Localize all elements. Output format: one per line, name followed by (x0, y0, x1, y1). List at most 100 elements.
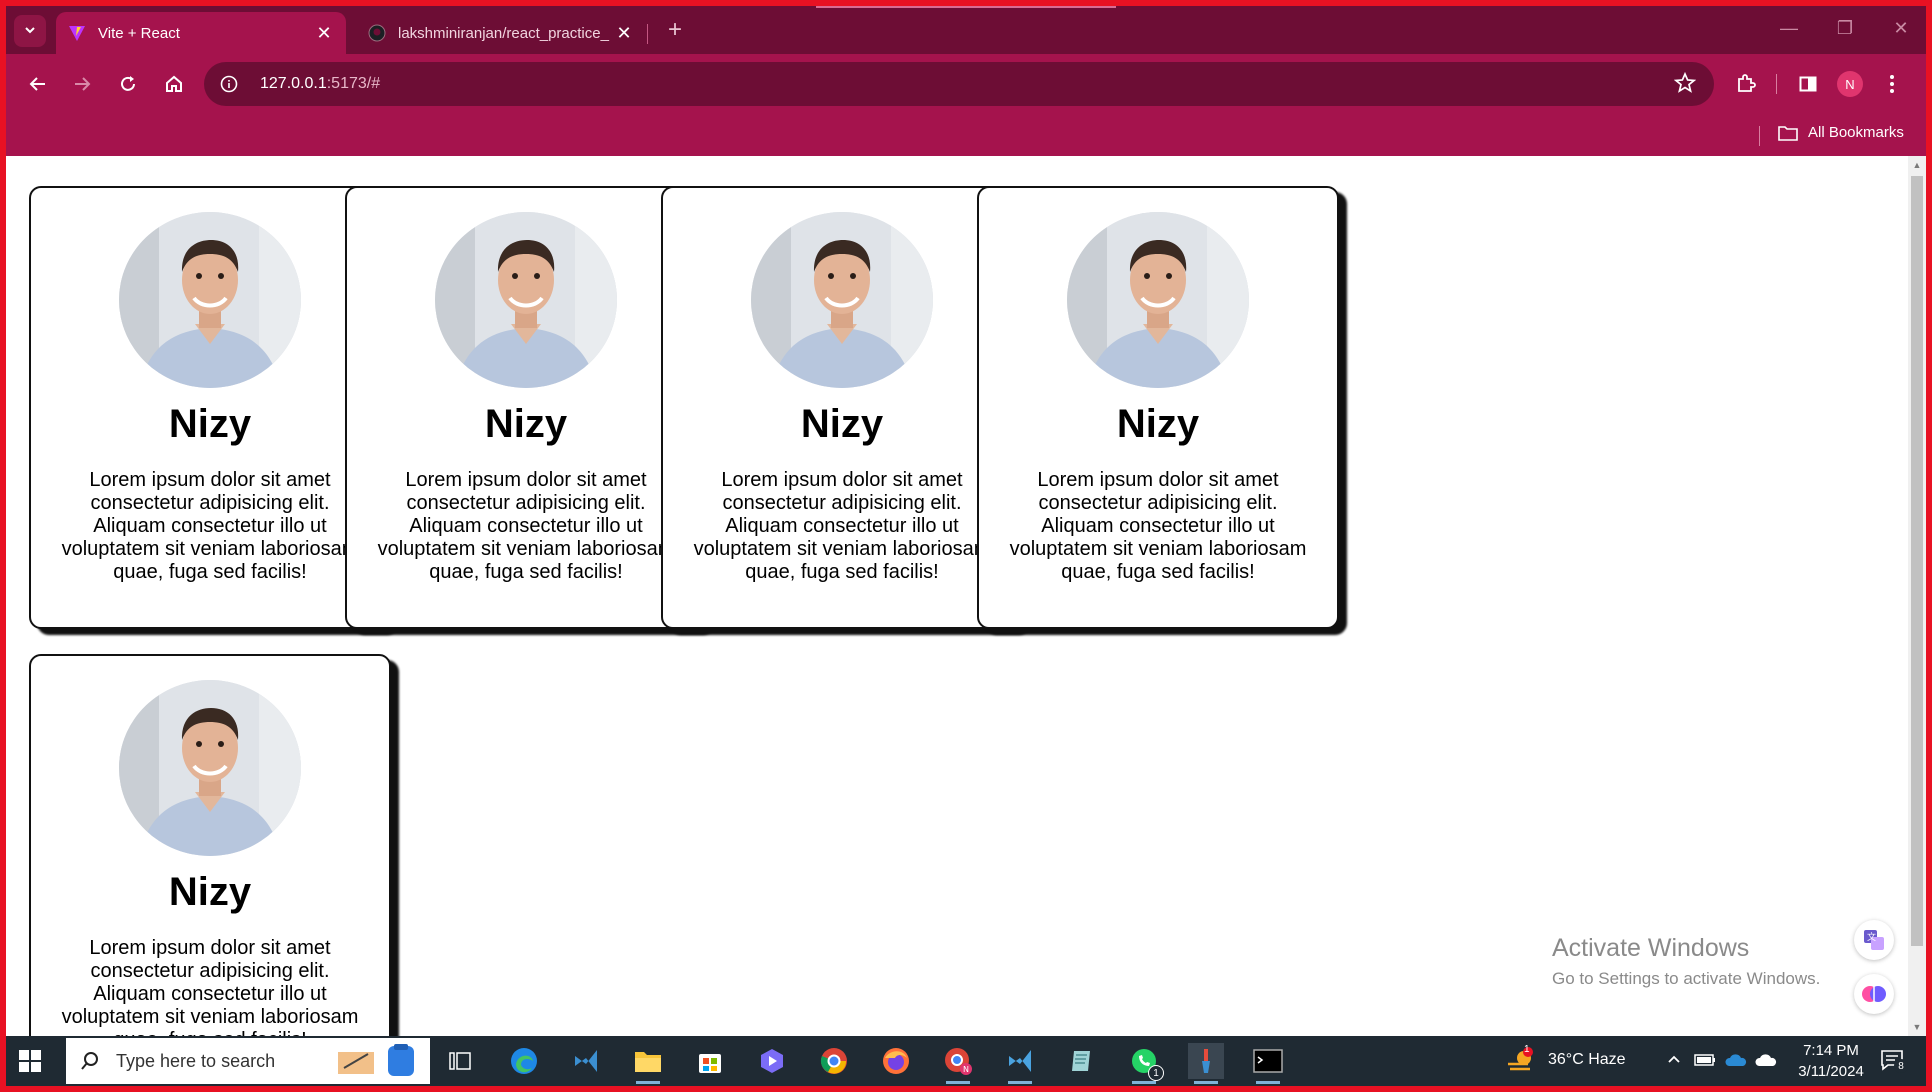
new-tab-button[interactable]: + (662, 18, 688, 44)
url-text[interactable]: 127.0.0.1:5173/# (260, 75, 380, 93)
browser-toolbar: 127.0.0.1:5173/# N (6, 54, 1926, 114)
notification-count: 8 (1894, 1059, 1908, 1073)
vscode-insiders-icon[interactable] (568, 1043, 604, 1079)
tab-title: lakshminiranjan/react_practice_ (398, 24, 609, 42)
chrome-profile-icon[interactable]: N (940, 1043, 976, 1084)
brain-icon (1862, 986, 1886, 1002)
profile-photo (119, 680, 301, 856)
translate-button[interactable]: 文 (1854, 920, 1894, 960)
weather-icon[interactable]: 1 (1506, 1044, 1536, 1081)
vscode-icon[interactable] (1002, 1043, 1038, 1084)
paint-app-icon[interactable] (1188, 1043, 1224, 1084)
extensions-button[interactable] (1728, 66, 1764, 102)
bookmarks-bar: All Bookmarks (6, 114, 1926, 156)
home-button[interactable] (156, 66, 192, 102)
menu-button[interactable] (1874, 66, 1910, 102)
activate-subtext: Go to Settings to activate Windows. (1552, 969, 1821, 988)
profile-name: Nizy (1116, 402, 1200, 446)
notes-app-icon[interactable] (1064, 1043, 1100, 1079)
profile-button[interactable]: N (1832, 66, 1868, 102)
screen: Vite + React ✕ lakshminiranjan/react_pra… (6, 6, 1926, 1086)
chevron-up-icon[interactable] (1666, 1051, 1682, 1072)
reload-icon (121, 76, 135, 91)
windows-start-icon[interactable] (18, 1049, 42, 1073)
tab-divider (647, 24, 648, 44)
search-icon (81, 1052, 98, 1070)
onedrive-icon[interactable] (1724, 1052, 1748, 1073)
profile-description: Lorem ipsum dolor sit amet consectetur a… (1009, 469, 1307, 583)
close-tab-icon[interactable]: ✕ (614, 23, 634, 44)
folder-icon (1778, 125, 1798, 141)
weather-badge: 1 (1524, 1044, 1530, 1055)
puzzle-icon (1738, 74, 1756, 92)
file-explorer-icon[interactable] (630, 1043, 666, 1084)
microsoft-store-icon[interactable] (692, 1043, 728, 1079)
clipchamp-icon[interactable] (754, 1043, 790, 1079)
chrome-icon[interactable] (816, 1043, 852, 1079)
battery-icon[interactable] (1694, 1052, 1716, 1073)
profile-description: Lorem ipsum dolor sit amet consectetur a… (693, 469, 991, 583)
page-viewport: Nizy Lorem ipsum dolor sit amet consecte… (6, 156, 1926, 1036)
search-placeholder: Type here to search (116, 1050, 276, 1071)
bookmark-star-icon[interactable] (1673, 71, 1697, 99)
kebab-menu-icon (1890, 75, 1894, 93)
vite-logo-icon (68, 24, 86, 42)
profile-avatar: N (1837, 71, 1863, 97)
notification-center-icon[interactable]: 8 (1880, 1048, 1908, 1077)
profile-card: Nizy Lorem ipsum dolor sit amet consecte… (29, 186, 391, 629)
reload-button[interactable] (110, 66, 146, 102)
profile-photo (435, 212, 617, 388)
profile-card: Nizy Lorem ipsum dolor sit amet consecte… (977, 186, 1339, 629)
side-panel-icon (1799, 76, 1817, 92)
scrollbar-thumb[interactable] (1911, 176, 1923, 946)
firefox-icon[interactable] (878, 1043, 914, 1079)
activate-windows-watermark: Activate Windows Go to Settings to activ… (1552, 934, 1820, 989)
side-panel-button[interactable] (1790, 66, 1826, 102)
scroll-down-icon[interactable]: ▼ (1912, 1022, 1922, 1032)
tab-title: Vite + React (98, 24, 180, 42)
profile-photo (751, 212, 933, 388)
forward-button[interactable] (64, 66, 100, 102)
github-icon (368, 24, 386, 42)
activate-heading: Activate Windows (1552, 934, 1750, 962)
tab-strip: Vite + React ✕ lakshminiranjan/react_pra… (6, 6, 1926, 54)
profile-name: Nizy (800, 402, 884, 446)
search-highlight-icon (334, 1044, 424, 1083)
profile-name: Nizy (484, 402, 568, 446)
whatsapp-icon[interactable]: 1 (1126, 1043, 1164, 1084)
profile-photo (1067, 212, 1249, 388)
profile-name: Nizy (168, 402, 252, 446)
all-bookmarks-button[interactable]: All Bookmarks (1778, 124, 1904, 141)
minimize-icon[interactable]: — (1774, 18, 1804, 42)
translate-icon: 文 (1864, 930, 1884, 950)
profile-name: Nizy (168, 870, 252, 914)
scroll-up-icon[interactable]: ▲ (1912, 160, 1922, 170)
site-info-icon[interactable] (218, 73, 240, 95)
taskbar-search-input[interactable]: Type here to search (66, 1038, 430, 1084)
page-scrollbar[interactable]: ▲ ▼ (1908, 156, 1926, 1036)
terminal-icon[interactable] (1250, 1043, 1286, 1084)
edge-icon[interactable] (506, 1043, 542, 1079)
cloud-icon[interactable] (1754, 1052, 1778, 1073)
tab-github-repo[interactable]: lakshminiranjan/react_practice_ ✕ (356, 12, 646, 54)
address-bar[interactable]: 127.0.0.1:5173/# (204, 62, 1714, 106)
close-window-icon[interactable]: ✕ (1886, 18, 1916, 42)
windows-taskbar: Type here to search N 1 1 36°C Haze 7:14… (6, 1036, 1926, 1086)
url-host: 127.0.0.1 (260, 75, 327, 92)
back-button[interactable] (20, 66, 56, 102)
profile-card: Nizy Lorem ipsum dolor sit amet consecte… (661, 186, 1023, 629)
profile-description: Lorem ipsum dolor sit amet consectetur a… (61, 469, 359, 583)
ai-assistant-button[interactable] (1854, 974, 1894, 1014)
profile-card: Nizy Lorem ipsum dolor sit amet consecte… (345, 186, 707, 629)
home-icon (166, 75, 182, 92)
weather-text[interactable]: 36°C Haze (1548, 1051, 1626, 1069)
restore-icon[interactable]: ❐ (1830, 18, 1860, 42)
tab-vite-react[interactable]: Vite + React ✕ (56, 12, 346, 54)
task-view-icon[interactable] (442, 1043, 478, 1079)
system-clock[interactable]: 7:14 PM 3/11/2024 (1786, 1040, 1876, 1082)
all-bookmarks-label: All Bookmarks (1808, 124, 1904, 141)
profile-description: Lorem ipsum dolor sit amet consectetur a… (377, 469, 675, 583)
close-tab-icon[interactable]: ✕ (314, 23, 334, 44)
tab-search-button[interactable] (14, 15, 46, 47)
whatsapp-badge: 1 (1148, 1065, 1164, 1081)
